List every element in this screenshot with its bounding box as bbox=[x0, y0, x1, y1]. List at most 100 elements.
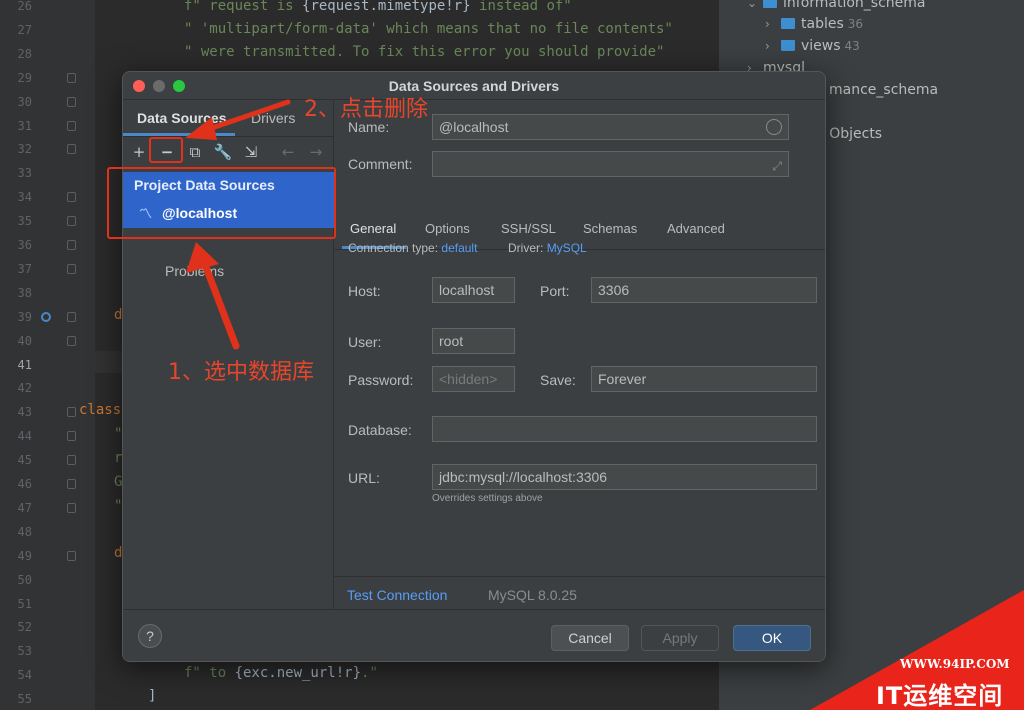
tab-options[interactable]: Options bbox=[425, 221, 470, 236]
folder-icon bbox=[781, 40, 795, 51]
comment-field[interactable]: ⤢ bbox=[432, 151, 789, 177]
host-field[interactable]: localhost bbox=[432, 277, 515, 303]
tab-general[interactable]: General bbox=[350, 221, 396, 236]
code-line-54: f" to {exc.new_url!r}." bbox=[184, 665, 378, 681]
minimize-window-button[interactable] bbox=[153, 80, 165, 92]
fold-marker-icon[interactable] bbox=[67, 311, 76, 322]
line-number: 36 bbox=[17, 238, 32, 252]
line-number: 28 bbox=[17, 46, 32, 61]
fold-marker-icon[interactable] bbox=[67, 407, 76, 418]
tab-advanced[interactable]: Advanced bbox=[667, 221, 725, 236]
apply-button[interactable]: Apply bbox=[641, 625, 719, 651]
line-number: 48 bbox=[17, 524, 32, 539]
fold-marker-icon[interactable] bbox=[67, 216, 76, 227]
line-number: 52 bbox=[17, 620, 32, 635]
code-fragment-43: class bbox=[79, 402, 122, 418]
line-number: 32 bbox=[17, 142, 32, 157]
code-line-28: " were transmitted. To fix this error yo… bbox=[184, 44, 665, 60]
fold-marker-icon[interactable] bbox=[67, 550, 76, 561]
line-number: 30 bbox=[17, 94, 32, 109]
code-line-55: ] bbox=[148, 688, 157, 704]
watermark-url: WWW.94IP.COM bbox=[900, 657, 1010, 671]
line-number: 45 bbox=[17, 453, 32, 468]
zoom-window-button[interactable] bbox=[173, 80, 185, 92]
chevron-right-icon: › bbox=[765, 17, 770, 31]
fold-marker-icon[interactable] bbox=[67, 120, 76, 131]
tree-schema-information[interactable]: ⌄ information_schema bbox=[747, 0, 926, 11]
line-number: 46 bbox=[17, 477, 32, 491]
fold-marker-icon[interactable] bbox=[67, 455, 76, 466]
line-number: 41 bbox=[17, 357, 32, 372]
line-number: 51 bbox=[17, 596, 32, 611]
driver-info: Driver: MySQL bbox=[508, 241, 587, 255]
port-field[interactable]: 3306 bbox=[591, 277, 817, 303]
tab-schemas[interactable]: Schemas bbox=[583, 221, 637, 236]
user-field[interactable]: root bbox=[432, 328, 515, 354]
expand-icon[interactable]: ⤢ bbox=[772, 154, 782, 176]
tree-schema-performance[interactable]: mance_schema bbox=[829, 82, 938, 98]
problems-item[interactable]: Problems bbox=[165, 263, 224, 279]
line-number: 53 bbox=[17, 644, 32, 659]
fold-marker-icon[interactable] bbox=[67, 502, 76, 513]
color-circle-icon[interactable] bbox=[766, 119, 782, 135]
line-number: 50 bbox=[17, 572, 32, 587]
annotation-box-remove bbox=[149, 137, 183, 163]
override-marker-icon[interactable] bbox=[41, 311, 51, 322]
schema-icon bbox=[763, 0, 777, 8]
database-field[interactable] bbox=[432, 416, 817, 442]
chevron-right-icon: › bbox=[765, 39, 770, 53]
host-label: Host: bbox=[348, 283, 381, 299]
fold-marker-icon[interactable] bbox=[67, 335, 76, 346]
import-icon[interactable]: ⇲ bbox=[241, 142, 261, 162]
line-number: 39 bbox=[17, 309, 32, 324]
duplicate-icon[interactable]: ⧉ bbox=[185, 142, 205, 162]
fold-marker-icon[interactable] bbox=[67, 431, 76, 442]
code-line-26: f" request is {request.mimetype!r} inste… bbox=[184, 0, 572, 14]
annotation-step-2: 2、点击删除 bbox=[304, 97, 428, 122]
tree-item-views[interactable]: › views 43 bbox=[765, 38, 860, 54]
line-number: 40 bbox=[17, 333, 32, 348]
fold-marker-icon[interactable] bbox=[67, 479, 76, 489]
line-number: 54 bbox=[17, 668, 32, 683]
password-field[interactable]: <hidden> bbox=[432, 366, 515, 392]
comment-label: Comment: bbox=[348, 156, 413, 172]
tree-item-tables[interactable]: › tables 36 bbox=[765, 16, 863, 32]
connection-type: Connection type: default bbox=[348, 241, 478, 255]
close-window-button[interactable] bbox=[133, 80, 145, 92]
server-version: MySQL 8.0.25 bbox=[488, 587, 577, 603]
url-label: URL: bbox=[348, 470, 380, 486]
line-number: 43 bbox=[17, 405, 32, 420]
tab-data-sources[interactable]: Data Sources bbox=[137, 110, 226, 126]
annotation-box-data-source bbox=[107, 167, 336, 239]
user-label: User: bbox=[348, 334, 382, 350]
watermark-brand: IT运维空间 bbox=[876, 682, 1004, 710]
code-line-27: " 'multipart/form-data' which means that… bbox=[184, 21, 673, 37]
back-arrow-icon[interactable]: ← bbox=[278, 142, 298, 162]
connection-type-link[interactable]: default bbox=[441, 241, 477, 255]
test-connection-link[interactable]: Test Connection bbox=[347, 587, 447, 603]
name-field[interactable]: @localhost bbox=[432, 114, 789, 140]
line-number: 29 bbox=[17, 70, 32, 85]
forward-arrow-icon[interactable]: → bbox=[306, 142, 326, 162]
tab-drivers[interactable]: Drivers bbox=[251, 110, 295, 126]
wrench-icon[interactable]: 🔧 bbox=[213, 142, 233, 162]
tree-server-objects[interactable]: r Objects bbox=[819, 126, 882, 142]
line-number: 38 bbox=[17, 285, 32, 300]
tab-ssh-ssl[interactable]: SSH/SSL bbox=[501, 221, 556, 236]
driver-link[interactable]: MySQL bbox=[547, 241, 587, 255]
help-button[interactable]: ? bbox=[138, 624, 162, 648]
fold-marker-icon[interactable] bbox=[67, 96, 76, 107]
cancel-button[interactable]: Cancel bbox=[551, 625, 629, 651]
line-number: 34 bbox=[17, 190, 32, 205]
url-field[interactable]: jdbc:mysql://localhost:3306 bbox=[432, 464, 817, 490]
add-icon[interactable]: + bbox=[129, 142, 149, 162]
line-number: 27 bbox=[17, 22, 32, 37]
save-select[interactable]: Forever bbox=[591, 366, 817, 392]
line-number: 33 bbox=[17, 166, 32, 181]
fold-marker-icon[interactable] bbox=[67, 240, 76, 250]
fold-marker-icon[interactable] bbox=[67, 72, 76, 83]
line-number: 49 bbox=[17, 548, 32, 563]
fold-marker-icon[interactable] bbox=[67, 144, 76, 155]
fold-marker-icon[interactable] bbox=[67, 263, 76, 274]
fold-marker-icon[interactable] bbox=[67, 192, 76, 203]
